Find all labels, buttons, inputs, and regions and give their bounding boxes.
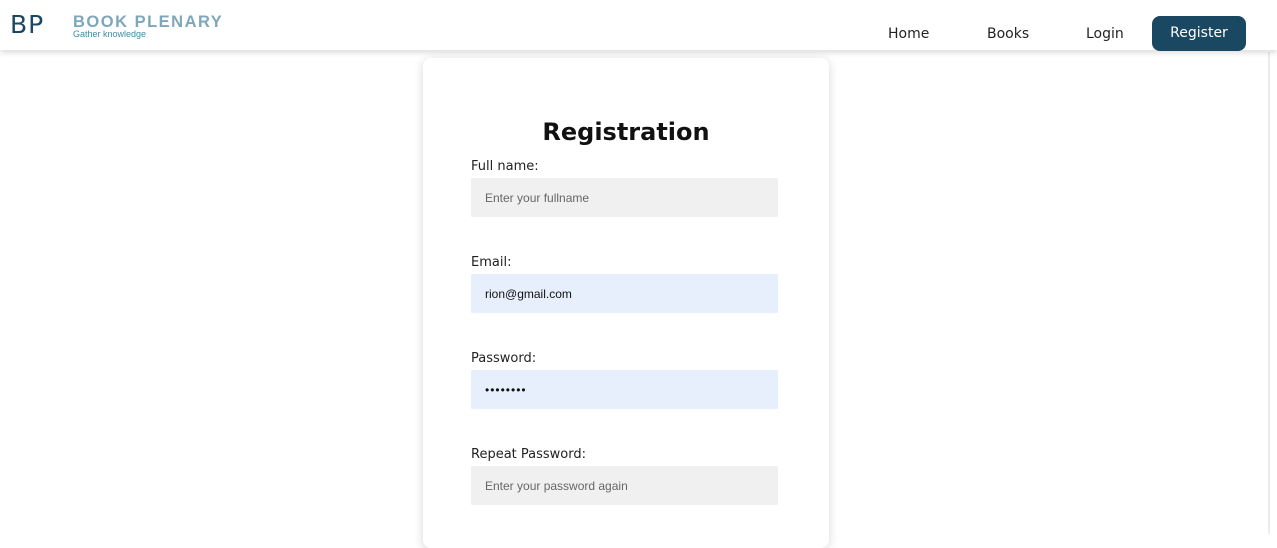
password-label: Password: bbox=[471, 351, 537, 366]
brand-tagline: Gather knowledge bbox=[73, 29, 147, 39]
nav-home-link[interactable]: Home bbox=[888, 24, 929, 44]
fullname-input[interactable] bbox=[471, 178, 778, 217]
nav-books-link[interactable]: Books bbox=[987, 24, 1029, 44]
registration-title: Registration bbox=[542, 118, 710, 146]
top-navbar: BP BOOK PLENARY Gather knowledge Home Bo… bbox=[0, 0, 1277, 51]
email-label: Email: bbox=[471, 255, 512, 270]
registration-card: Registration Full name: Email: Password:… bbox=[423, 58, 829, 548]
repeat-password-label: Repeat Password: bbox=[471, 447, 586, 462]
brand-name: BOOK PLENARY bbox=[73, 13, 224, 31]
repeat-password-input[interactable] bbox=[471, 466, 778, 505]
fullname-label: Full name: bbox=[471, 159, 539, 174]
nav-login-link[interactable]: Login bbox=[1086, 24, 1124, 44]
page-scrollbar-track[interactable] bbox=[1268, 52, 1270, 534]
nav-register-button[interactable]: Register bbox=[1152, 16, 1246, 51]
password-input[interactable] bbox=[471, 370, 778, 409]
email-input[interactable] bbox=[471, 274, 778, 313]
brand-mark: BP bbox=[10, 10, 45, 39]
